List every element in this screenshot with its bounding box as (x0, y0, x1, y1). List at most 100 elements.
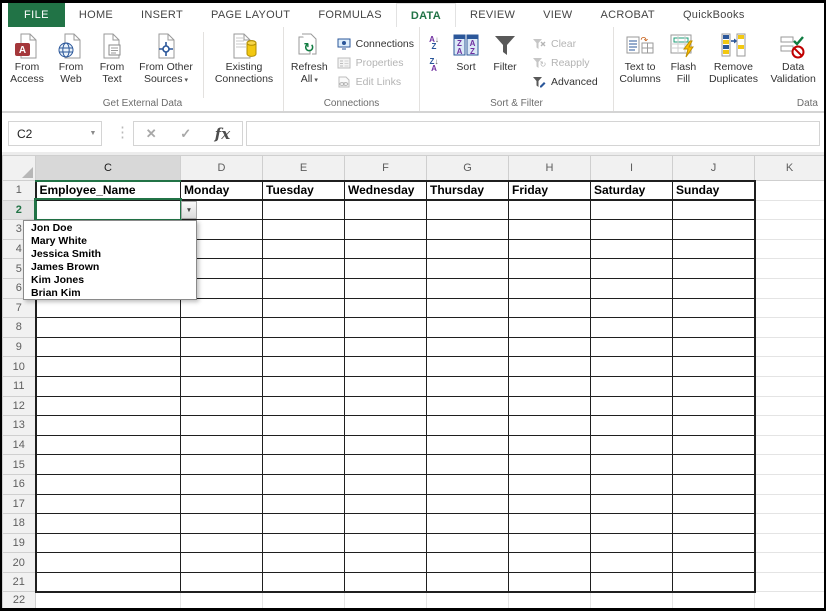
cell-K1[interactable] (755, 181, 825, 201)
cell-I21[interactable] (591, 572, 673, 592)
cell-J18[interactable] (673, 514, 755, 534)
cell-F4[interactable] (345, 239, 427, 259)
cell-F13[interactable] (345, 416, 427, 436)
cell-D16[interactable] (181, 474, 263, 494)
cell-K3[interactable] (755, 220, 825, 240)
cell-E5[interactable] (263, 259, 345, 279)
cell-G18[interactable] (427, 514, 509, 534)
cell-G10[interactable] (427, 357, 509, 377)
cell-K14[interactable] (755, 435, 825, 455)
cell-D20[interactable] (181, 553, 263, 573)
tab-quickbooks[interactable]: QuickBooks (669, 3, 759, 27)
cell-C16[interactable] (36, 474, 181, 494)
cell-D9[interactable] (181, 337, 263, 357)
cell-I14[interactable] (591, 435, 673, 455)
row-header-10[interactable]: 10 (3, 357, 36, 377)
cell-I9[interactable] (591, 337, 673, 357)
row-header-19[interactable]: 19 (3, 533, 36, 553)
cell-H7[interactable] (509, 298, 591, 318)
cell-F1[interactable]: Wednesday (345, 181, 427, 201)
cancel-icon[interactable]: ✕ (146, 126, 157, 142)
row-header-18[interactable]: 18 (3, 514, 36, 534)
cell-J7[interactable] (673, 298, 755, 318)
cell-D13[interactable] (181, 416, 263, 436)
row-header-16[interactable]: 16 (3, 474, 36, 494)
cell-C2[interactable] (36, 200, 181, 220)
cell-F6[interactable] (345, 278, 427, 298)
tab-data[interactable]: DATA (396, 3, 456, 27)
cell-J2[interactable] (673, 200, 755, 220)
dropdown-item-2[interactable]: Mary White (24, 235, 196, 248)
insert-function-icon[interactable]: fx (215, 125, 230, 143)
cell-H8[interactable] (509, 318, 591, 338)
cell-F18[interactable] (345, 514, 427, 534)
cell-J1[interactable]: Sunday (673, 181, 755, 201)
cell-G7[interactable] (427, 298, 509, 318)
cell-H10[interactable] (509, 357, 591, 377)
tab-file[interactable]: FILE (8, 3, 65, 27)
cell-G16[interactable] (427, 474, 509, 494)
tab-view[interactable]: VIEW (529, 3, 586, 27)
formula-bar-drag-handle[interactable]: ⋮ (115, 120, 130, 146)
cell-C1[interactable]: Employee_Name (36, 181, 181, 201)
tab-review[interactable]: REVIEW (456, 3, 529, 27)
cell-J15[interactable] (673, 455, 755, 475)
row-header-8[interactable]: 8 (3, 318, 36, 338)
cell-I3[interactable] (591, 220, 673, 240)
cell-F14[interactable] (345, 435, 427, 455)
cell-C17[interactable] (36, 494, 181, 514)
cell-D15[interactable] (181, 455, 263, 475)
clear-filter-button[interactable]: Clear (528, 34, 601, 53)
row-header-13[interactable]: 13 (3, 416, 36, 436)
cell-K16[interactable] (755, 474, 825, 494)
remove-duplicates-button[interactable]: Remove Duplicates (703, 30, 765, 87)
cell-E7[interactable] (263, 298, 345, 318)
sort-button[interactable]: ZAAZ Sort (446, 30, 486, 76)
cell-I16[interactable] (591, 474, 673, 494)
cell-H15[interactable] (509, 455, 591, 475)
tab-page-layout[interactable]: PAGE LAYOUT (197, 3, 304, 27)
cell-J21[interactable] (673, 572, 755, 592)
cell-C15[interactable] (36, 455, 181, 475)
cell-I1[interactable]: Saturday (591, 181, 673, 201)
cell-F7[interactable] (345, 298, 427, 318)
row-header-21[interactable]: 21 (3, 572, 36, 592)
cell-H18[interactable] (509, 514, 591, 534)
dropdown-item-5[interactable]: Kim Jones (24, 274, 196, 287)
select-all-corner[interactable] (3, 156, 36, 181)
cell-I18[interactable] (591, 514, 673, 534)
cell-J16[interactable] (673, 474, 755, 494)
column-header-e[interactable]: E (263, 156, 345, 181)
cell-I12[interactable] (591, 396, 673, 416)
cell-J6[interactable] (673, 278, 755, 298)
cell-H17[interactable] (509, 494, 591, 514)
cell-I2[interactable] (591, 200, 673, 220)
cell-G20[interactable] (427, 553, 509, 573)
cell-I17[interactable] (591, 494, 673, 514)
flash-fill-button[interactable]: Flash Fill (664, 30, 703, 87)
row-header-17[interactable]: 17 (3, 494, 36, 514)
cell-G22[interactable] (427, 592, 509, 609)
cell-J19[interactable] (673, 533, 755, 553)
cell-F2[interactable] (345, 200, 427, 220)
cell-K12[interactable] (755, 396, 825, 416)
cell-G17[interactable] (427, 494, 509, 514)
cell-G4[interactable] (427, 239, 509, 259)
connections-button[interactable]: Connections (333, 34, 417, 53)
cell-K8[interactable] (755, 318, 825, 338)
cell-K10[interactable] (755, 357, 825, 377)
cell-I8[interactable] (591, 318, 673, 338)
cell-F10[interactable] (345, 357, 427, 377)
column-header-j[interactable]: J (673, 156, 755, 181)
cell-K2[interactable] (755, 200, 825, 220)
cell-J5[interactable] (673, 259, 755, 279)
cell-I4[interactable] (591, 239, 673, 259)
cell-E21[interactable] (263, 572, 345, 592)
cell-J22[interactable] (673, 592, 755, 609)
cell-H11[interactable] (509, 376, 591, 396)
cell-I10[interactable] (591, 357, 673, 377)
cell-I20[interactable] (591, 553, 673, 573)
advanced-filter-button[interactable]: Advanced (528, 72, 601, 91)
cell-H21[interactable] (509, 572, 591, 592)
name-box[interactable]: C2 ▼ (8, 121, 102, 146)
